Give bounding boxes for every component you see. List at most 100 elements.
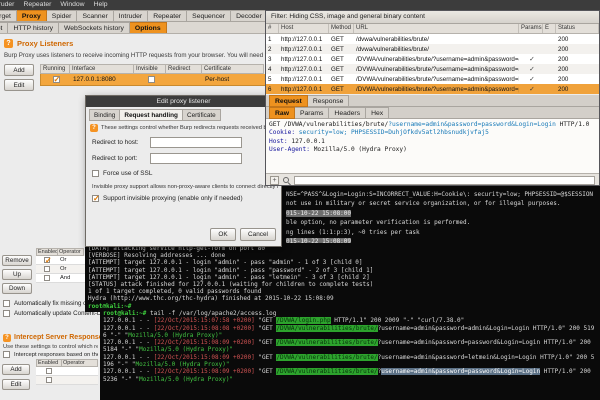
listener-certificate: Per-host [203, 76, 265, 83]
auto-update-checkbox[interactable] [3, 310, 10, 317]
history-row-selected[interactable]: 6http://127.0.0.1GET/DVWA/vulnerabilitie… [266, 84, 599, 94]
search-input[interactable]: Type a search term [294, 176, 595, 185]
rule-enabled-checkbox[interactable] [44, 266, 50, 272]
redirect-port-input[interactable] [150, 153, 242, 164]
down-rule-button[interactable]: Down [2, 283, 32, 294]
client-rules-table: Enabled Operator Or Or And [36, 248, 85, 283]
menu-intruder[interactable]: Intruder [0, 0, 14, 10]
history-row[interactable]: 4http://127.0.0.1GET/DVWA/vulnerabilitie… [266, 64, 599, 74]
cookie-header: Cookie: security=low; PHPSESSID=DuhjOfkd… [269, 129, 599, 137]
log-entry: 127.0.0.1 - - [22/Oct/2015:15:08:09 +020… [103, 354, 597, 369]
burp-http-history-window: Filter: Hiding CSS, image and general bi… [265, 10, 600, 186]
tab-target[interactable]: Target [0, 10, 17, 22]
edit-server-rule-button[interactable]: Edit [2, 379, 30, 390]
force-ssl-checkbox[interactable] [92, 170, 99, 177]
selected-text: username=admin&password=password&Login=L… [381, 368, 540, 375]
section-title-proxy-listeners: Proxy Listeners [17, 39, 73, 48]
tab-websockets-history[interactable]: WebSockets history [59, 22, 130, 34]
tab-headers[interactable]: Headers [329, 107, 366, 119]
listener-row[interactable]: 127.0.0.1:8080 Per-host [40, 74, 266, 86]
log-entry: 127.0.0.1 - - [22/Oct/2015:15:07:58 +020… [103, 317, 597, 324]
tab-sequencer[interactable]: Sequencer [187, 10, 231, 22]
rule-row[interactable] [36, 367, 98, 376]
tab-response[interactable]: Response [308, 95, 350, 107]
history-row[interactable]: 2http://127.0.0.1GET/dvwa/vulnerabilitie… [266, 44, 599, 54]
rule-enabled-checkbox[interactable] [46, 377, 52, 383]
menu-repeater[interactable]: Repeater [23, 0, 51, 10]
tab-certificate[interactable]: Certificate [183, 109, 221, 121]
help-icon[interactable]: ? [4, 39, 13, 48]
invisible-proxy-info: Invisible proxy support allows non-proxy… [92, 184, 278, 190]
tab-request-handling[interactable]: Request handling [120, 109, 183, 121]
selected-timestamp: 015-10-22 15:08:00 [286, 210, 351, 217]
redirect-port-label: Redirect to port: [92, 155, 137, 162]
rule-row[interactable] [36, 376, 98, 385]
listener-interface: 127.0.0.1:8080 [71, 76, 135, 83]
detail-tab-bar: Request Response [266, 95, 599, 107]
tab-request[interactable]: Request [269, 95, 308, 107]
invisible-checkbox[interactable] [148, 76, 155, 83]
force-ssl-option[interactable]: Force use of SSL [92, 170, 272, 177]
invisible-proxy-checkbox[interactable] [92, 195, 99, 202]
menu-window[interactable]: Window [60, 0, 84, 10]
tab-spider[interactable]: Spider [47, 10, 78, 22]
intercept-responses-option[interactable]: Intercept responses based on the followi… [3, 351, 98, 358]
rule-row[interactable]: Or [36, 256, 85, 265]
tab-options[interactable]: Options [130, 22, 167, 34]
tab-raw[interactable]: Raw [269, 107, 295, 119]
tab-http-history[interactable]: HTTP history [8, 22, 59, 34]
rule-enabled-checkbox[interactable] [46, 368, 52, 374]
tab-hex[interactable]: Hex [366, 107, 389, 119]
rule-row[interactable]: And [36, 274, 85, 283]
help-icon[interactable]: ? [90, 124, 98, 132]
running-checkbox[interactable] [53, 76, 60, 83]
tab-decoder[interactable]: Decoder [231, 10, 268, 22]
tab-binding[interactable]: Binding [89, 109, 120, 121]
tab-params[interactable]: Params [295, 107, 329, 119]
history-row[interactable]: 3http://127.0.0.1GET/DVWA/vulnerabilitie… [266, 54, 599, 64]
tab-repeater[interactable]: Repeater [148, 10, 187, 22]
terminal-access-log[interactable]: root@kali:~# tail -f /var/log/apache2/ac… [100, 308, 600, 400]
invisible-proxy-option[interactable]: Support invisible proxying (enable only … [92, 195, 278, 202]
log-entry: 127.0.0.1 - - [22/Oct/2015:15:08:09 +020… [103, 339, 597, 354]
ok-button[interactable]: OK [210, 228, 236, 241]
help-icon[interactable]: ? [3, 334, 11, 342]
log-entry: 127.0.0.1 - - [22/Oct/2015:15:08:09 +020… [103, 368, 597, 383]
menu-help[interactable]: Help [94, 0, 108, 10]
up-rule-button[interactable]: Up [2, 269, 32, 280]
search-icon [282, 176, 291, 185]
redirect-host-label: Redirect to host: [92, 139, 139, 146]
rule-row[interactable]: Or [36, 265, 85, 274]
rule-enabled-checkbox[interactable] [44, 257, 50, 263]
request-raw-view[interactable]: GET /DVWA/vulnerabilities/brute/?usernam… [266, 119, 599, 173]
add-listener-button[interactable]: Add [4, 64, 34, 76]
tab-intercept[interactable]: Intercept [0, 22, 8, 34]
params-check [519, 55, 543, 63]
view-tab-bar: Raw Params Headers Hex [266, 107, 599, 119]
add-server-rule-button[interactable]: Add [2, 364, 30, 375]
host-header: Host: 127.0.0.1 [269, 138, 599, 146]
terminal-hydra-attack[interactable]: [DATA] attacking service http-get-form o… [85, 243, 372, 312]
history-row[interactable]: 1http://127.0.0.1GET/dvwa/vulnerabilitie… [266, 34, 599, 44]
rule-enabled-checkbox[interactable] [44, 275, 50, 281]
menu-bar: Intruder Repeater Window Help [0, 0, 600, 10]
server-rules-table: Enabled Operator [36, 359, 98, 385]
remove-rule-button[interactable]: Remove [2, 255, 32, 266]
cancel-button[interactable]: Cancel [240, 228, 276, 241]
tab-intruder[interactable]: Intruder [114, 10, 148, 22]
proxy-listeners-table: Running Interface Invisible Redirect Cer… [40, 64, 266, 86]
add-search-icon[interactable]: + [270, 176, 279, 185]
tab-scanner[interactable]: Scanner [77, 10, 113, 22]
intercept-responses-checkbox[interactable] [3, 351, 10, 358]
listeners-description: Burp Proxy uses listeners to receive inc… [4, 52, 282, 59]
auto-fix-checkbox[interactable] [3, 300, 10, 307]
tab-proxy[interactable]: Proxy [17, 10, 47, 22]
filter-bar[interactable]: Filter: Hiding CSS, image and general bi… [266, 11, 599, 24]
server-responses-description: Use these settings to control which resp… [3, 344, 98, 350]
edit-listener-button[interactable]: Edit [4, 79, 34, 91]
history-row[interactable]: 5http://127.0.0.1GET/DVWA/vulnerabilitie… [266, 74, 599, 84]
redirect-host-input[interactable] [150, 137, 242, 148]
dialog-title: Edit proxy listener [86, 96, 281, 107]
search-bar: + Type a search term [266, 173, 599, 186]
params-check [519, 85, 543, 93]
